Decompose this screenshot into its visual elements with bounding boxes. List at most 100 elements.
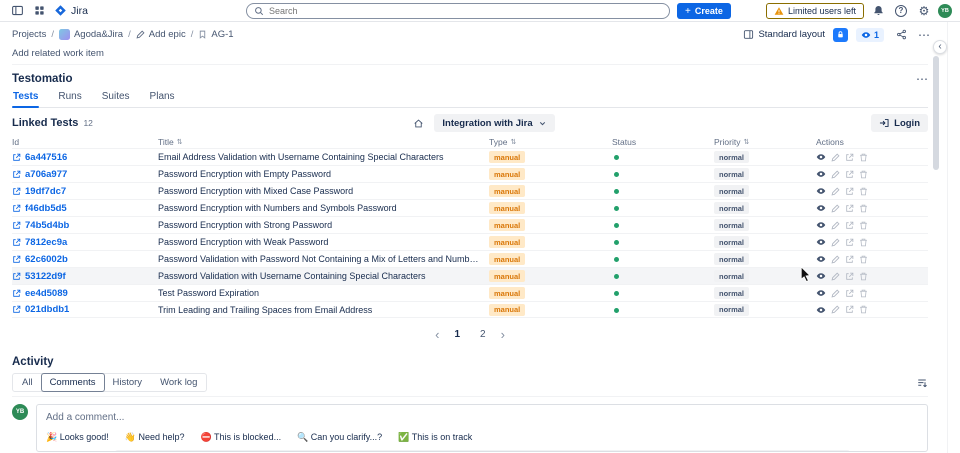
view-test-icon[interactable] xyxy=(816,254,826,264)
column-priority[interactable]: Priority ⇅ xyxy=(714,137,816,147)
activity-tab-all[interactable]: All xyxy=(13,374,42,391)
column-id[interactable]: Id xyxy=(12,137,158,147)
delete-test-icon[interactable] xyxy=(859,153,868,162)
test-id-link[interactable]: ee4d5089 xyxy=(25,288,68,299)
test-id-link[interactable]: a706a977 xyxy=(25,169,67,180)
edit-test-icon[interactable] xyxy=(831,288,840,298)
table-row[interactable]: 53122d9f Password Validation with Userna… xyxy=(12,267,928,284)
quick-reply-looks-good[interactable]: 🎉 Looks good! xyxy=(46,432,109,443)
delete-test-icon[interactable] xyxy=(859,255,868,264)
open-in-testomatio-icon[interactable] xyxy=(845,255,854,264)
view-test-icon[interactable] xyxy=(816,237,826,247)
view-test-icon[interactable] xyxy=(816,305,826,315)
delete-test-icon[interactable] xyxy=(859,305,868,314)
delete-test-icon[interactable] xyxy=(859,221,868,230)
view-test-icon[interactable] xyxy=(816,152,826,162)
breadcrumb-add-epic[interactable]: Add epic xyxy=(136,29,186,40)
open-in-testomatio-icon[interactable] xyxy=(845,272,854,281)
app-switcher-icon[interactable] xyxy=(30,2,48,20)
table-row[interactable]: 6a447516 Email Address Validation with U… xyxy=(12,148,928,165)
jira-logo[interactable]: Jira xyxy=(54,4,88,17)
next-page-icon[interactable]: › xyxy=(501,328,505,341)
activity-tab-comments[interactable]: Comments xyxy=(40,373,105,392)
activity-tab-worklog[interactable]: Work log xyxy=(151,374,207,391)
table-row[interactable]: a706a977 Password Encryption with Empty … xyxy=(12,165,928,182)
breadcrumb-projects[interactable]: Projects xyxy=(12,29,46,40)
edit-test-icon[interactable] xyxy=(831,203,840,213)
search-input[interactable] xyxy=(269,6,662,16)
open-in-testomatio-icon[interactable] xyxy=(845,187,854,196)
open-in-testomatio-icon[interactable] xyxy=(845,305,854,314)
open-in-testomatio-icon[interactable] xyxy=(845,238,854,247)
breadcrumb-issue-key[interactable]: AG-1 xyxy=(198,29,234,40)
edit-test-icon[interactable] xyxy=(831,305,840,314)
notifications-bell-icon[interactable] xyxy=(869,2,887,20)
edit-test-icon[interactable] xyxy=(831,220,840,230)
prev-page-icon[interactable]: ‹ xyxy=(435,328,439,341)
open-in-testomatio-icon[interactable] xyxy=(845,170,854,179)
edit-test-icon[interactable] xyxy=(831,152,840,162)
tab-tests[interactable]: Tests xyxy=(12,90,40,108)
table-row[interactable]: 74b5d4bb Password Encryption with Strong… xyxy=(12,216,928,233)
integration-dropdown[interactable]: Integration with Jira xyxy=(434,114,555,132)
test-id-link[interactable]: 74b5d4bb xyxy=(25,220,69,231)
settings-gear-icon[interactable]: ⚙ xyxy=(915,2,933,20)
view-test-icon[interactable] xyxy=(816,203,826,213)
view-test-icon[interactable] xyxy=(816,288,826,298)
test-id-link[interactable]: 53122d9f xyxy=(25,271,66,282)
quick-reply-on-track[interactable]: ✅ This is on track xyxy=(398,432,472,443)
login-button[interactable]: Login xyxy=(871,114,928,132)
quick-reply-clarify[interactable]: 🔍 Can you clarify...? xyxy=(297,432,382,443)
view-test-icon[interactable] xyxy=(816,186,826,196)
help-icon[interactable]: ? xyxy=(892,2,910,20)
column-type[interactable]: Type ⇅ xyxy=(489,137,612,147)
open-in-testomatio-icon[interactable] xyxy=(845,289,854,298)
delete-test-icon[interactable] xyxy=(859,272,868,281)
vertical-scrollbar[interactable] xyxy=(933,56,939,170)
quick-reply-blocked[interactable]: ⛔ This is blocked... xyxy=(201,432,282,443)
table-row[interactable]: 62c6002b Password Validation with Passwo… xyxy=(12,250,928,267)
table-row[interactable]: ee4d5089 Test Password Expiration manual… xyxy=(12,284,928,301)
edit-test-icon[interactable] xyxy=(831,186,840,196)
open-in-testomatio-icon[interactable] xyxy=(845,153,854,162)
tab-suites[interactable]: Suites xyxy=(101,90,131,107)
view-test-icon[interactable] xyxy=(816,271,826,281)
quick-reply-need-help[interactable]: 👋 Need help? xyxy=(125,432,185,443)
page-2-button[interactable]: 2 xyxy=(475,328,491,341)
sort-order-icon[interactable] xyxy=(916,377,928,389)
edit-test-icon[interactable] xyxy=(831,169,840,179)
add-related-work-item[interactable]: Add related work item xyxy=(12,47,928,65)
table-row[interactable]: 021dbdb1 Trim Leading and Trailing Space… xyxy=(12,301,928,318)
column-status[interactable]: Status xyxy=(612,137,714,147)
test-id-link[interactable]: f46db5d5 xyxy=(25,203,67,214)
watchers-button[interactable]: 1 xyxy=(855,27,884,42)
view-test-icon[interactable] xyxy=(816,220,826,230)
user-avatar[interactable]: YB xyxy=(938,3,952,18)
testomatio-more-icon[interactable]: ⋯ xyxy=(916,73,928,85)
breadcrumb-project[interactable]: Agoda&Jira xyxy=(58,29,123,40)
table-row[interactable]: 7812ec9a Password Encryption with Weak P… xyxy=(12,233,928,250)
layout-button[interactable]: Standard layout xyxy=(743,29,825,40)
collapse-panel-chevron-icon[interactable]: ‹ xyxy=(933,40,947,54)
more-actions-icon[interactable]: ⋯ xyxy=(918,29,930,41)
create-button[interactable]: + Create xyxy=(677,3,731,19)
delete-test-icon[interactable] xyxy=(859,170,868,179)
edit-test-icon[interactable] xyxy=(831,237,840,247)
sidebar-toggle-icon[interactable] xyxy=(8,2,26,20)
tab-plans[interactable]: Plans xyxy=(149,90,176,107)
comment-input[interactable]: Add a comment... 🎉 Looks good! 👋 Need he… xyxy=(36,404,928,452)
test-id-link[interactable]: 6a447516 xyxy=(25,152,67,163)
delete-test-icon[interactable] xyxy=(859,238,868,247)
test-id-link[interactable]: 021dbdb1 xyxy=(25,304,69,315)
test-id-link[interactable]: 19df7dc7 xyxy=(25,186,66,197)
test-id-link[interactable]: 62c6002b xyxy=(25,254,68,265)
column-title[interactable]: Title ⇅ xyxy=(158,137,489,147)
lock-restrictions-button[interactable] xyxy=(832,27,848,42)
tab-runs[interactable]: Runs xyxy=(57,90,82,107)
table-row[interactable]: f46db5d5 Password Encryption with Number… xyxy=(12,199,928,216)
test-id-link[interactable]: 7812ec9a xyxy=(25,237,67,248)
activity-tab-history[interactable]: History xyxy=(103,374,152,391)
home-icon[interactable] xyxy=(409,114,427,132)
open-in-testomatio-icon[interactable] xyxy=(845,204,854,213)
open-in-testomatio-icon[interactable] xyxy=(845,221,854,230)
